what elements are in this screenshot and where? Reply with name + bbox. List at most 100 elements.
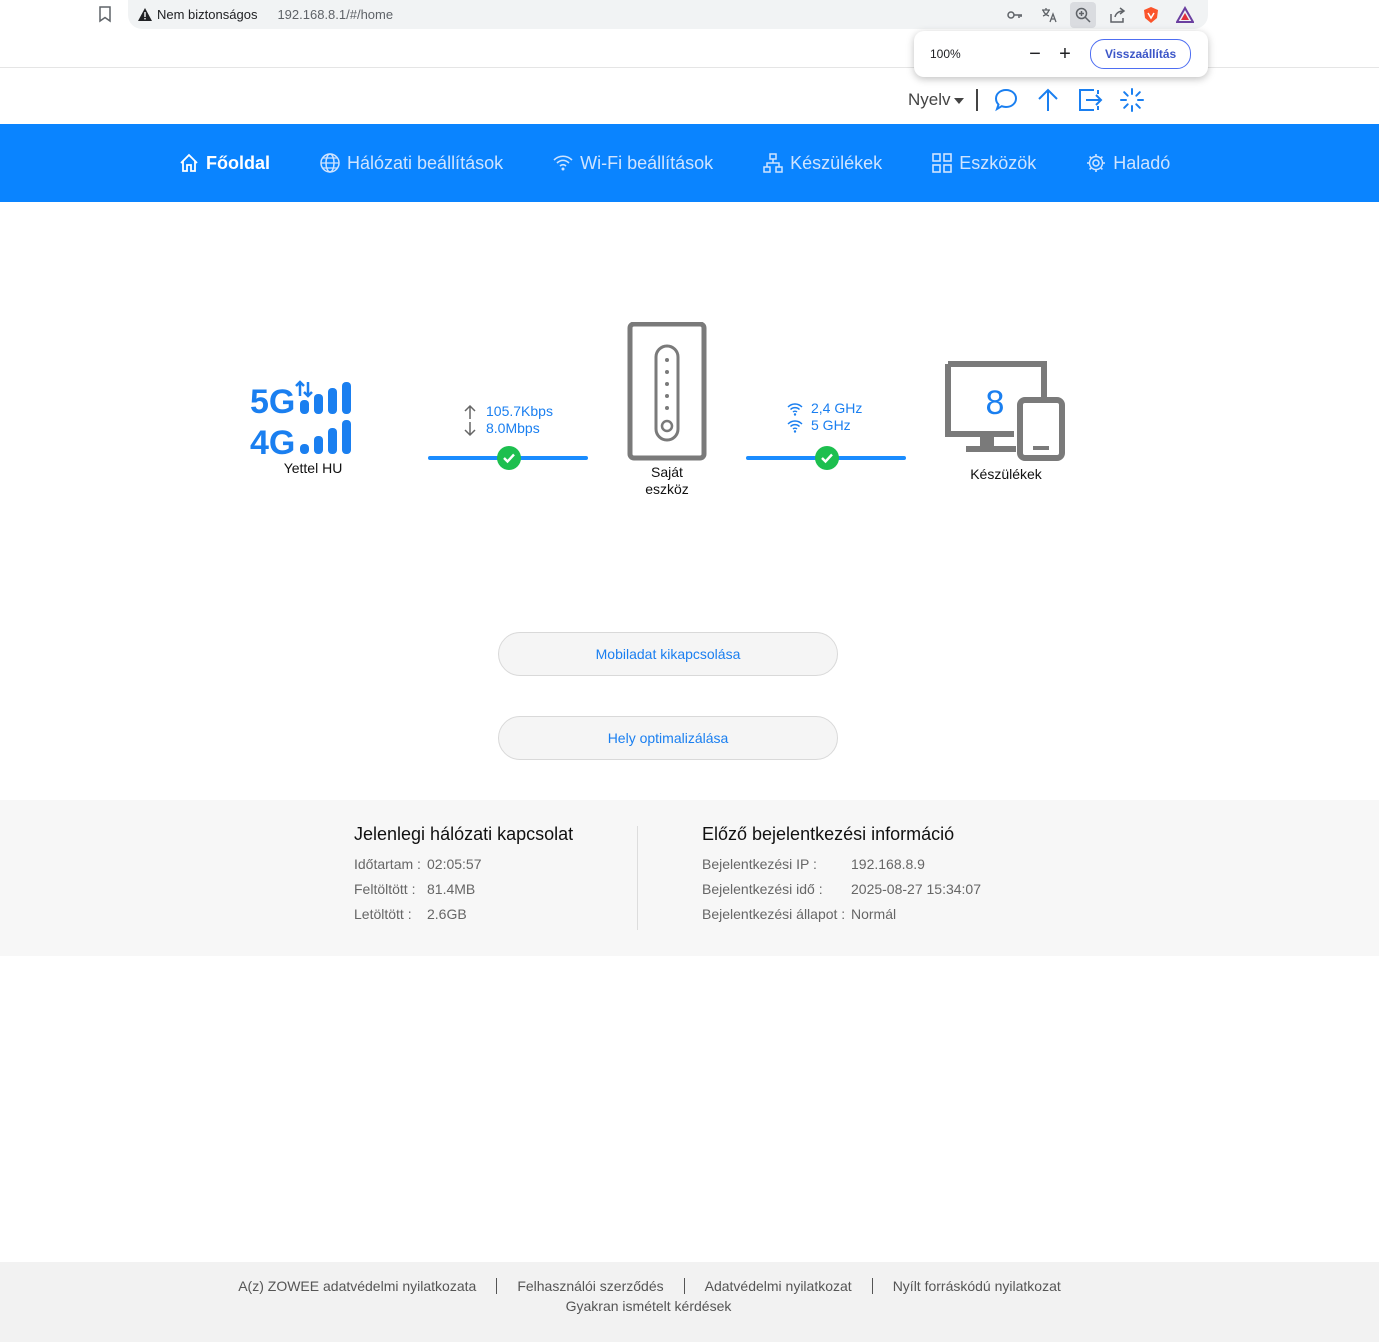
- footer-link-privacy[interactable]: Adatvédelmi nyilatkozat: [705, 1278, 852, 1294]
- nav-item-home[interactable]: Főoldal: [178, 152, 270, 174]
- info-section: Jelenlegi hálózati kapcsolat Időtartam :…: [0, 800, 1379, 956]
- lan-status-check-icon: [815, 446, 839, 470]
- nav-item-advanced[interactable]: Haladó: [1085, 152, 1170, 174]
- security-warning[interactable]: Nem biztonságos: [138, 7, 257, 22]
- router-label-line2: eszköz: [645, 481, 689, 497]
- carrier-name: Yettel HU: [283, 460, 343, 476]
- zoom-out-button[interactable]: −: [1020, 43, 1050, 66]
- address-bar[interactable]: Nem biztonságos 192.168.8.1/#/home: [128, 0, 1208, 29]
- network-signal-icon: 5G 4G: [250, 380, 351, 458]
- nav-label: Eszközök: [959, 152, 1037, 173]
- info-row: Feltöltött : 81.4MB: [354, 876, 573, 901]
- caret-down-icon: [953, 98, 964, 104]
- device-count[interactable]: 8: [948, 384, 1042, 423]
- zoom-percent: 100%: [930, 47, 961, 61]
- info-label: Időtartam :: [354, 855, 421, 872]
- info-value: 2.6GB: [427, 905, 467, 922]
- footer-link-open-source[interactable]: Nyílt forráskódú nyilatkozat: [893, 1278, 1061, 1294]
- warning-icon: [138, 8, 152, 21]
- key-icon[interactable]: [1002, 2, 1028, 28]
- info-row: Bejelentkezési állapot : Normál: [702, 901, 981, 926]
- info-label: Feltöltött :: [354, 880, 416, 897]
- wifi-icon: [787, 402, 803, 416]
- footer: A(z) ZOWEE adatvédelmi nyilatkozata Felh…: [0, 1262, 1379, 1342]
- info-label: Letöltött :: [354, 905, 412, 922]
- translate-icon[interactable]: [1036, 2, 1062, 28]
- gear-icon: [1087, 154, 1106, 172]
- footer-separator: [496, 1278, 498, 1294]
- network-badge-top: 5G: [250, 383, 295, 421]
- current-connection-panel: Jelenlegi hálózati kapcsolat Időtartam :…: [354, 824, 573, 926]
- wifi-band-5: 5 GHz: [811, 417, 851, 433]
- zoom-in-button[interactable]: +: [1050, 43, 1080, 66]
- language-label: Nyelv: [908, 90, 951, 109]
- router-label: Saját eszköz: [627, 464, 707, 498]
- nav-item-tools[interactable]: Eszközök: [931, 152, 1036, 174]
- mobile-data-off-button[interactable]: Mobiladat kikapcsolása: [498, 632, 838, 676]
- footer-separator: [871, 1278, 873, 1294]
- network-topology: 5G 4G Yettel HU 105.7Kbps 8.0Mbps Saját …: [0, 300, 1379, 520]
- globe-icon: [320, 153, 340, 173]
- info-value: 192.168.8.9: [851, 855, 925, 872]
- nav-label: Hálózati beállítások: [347, 152, 504, 173]
- loading-spinner-icon[interactable]: [1118, 86, 1146, 114]
- brave-rewards-icon[interactable]: [1172, 2, 1198, 28]
- info-label: Bejelentkezési állapot :: [702, 905, 846, 922]
- nav-item-wifi-settings[interactable]: Wi-Fi beállítások: [552, 152, 713, 174]
- header-tools: Nyelv: [908, 86, 1160, 114]
- upload-rate: 105.7Kbps: [486, 403, 553, 419]
- router-icon[interactable]: [627, 322, 707, 462]
- zoom-reset-button[interactable]: Visszaállítás: [1090, 39, 1192, 69]
- nav-label: Főoldal: [206, 152, 270, 173]
- router-label-line1: Saját: [651, 464, 683, 480]
- previous-login-title: Előző bejelentkezési információ: [702, 824, 955, 844]
- wifi-band-24: 2,4 GHz: [811, 400, 863, 416]
- info-row: Időtartam : 02:05:57: [354, 851, 573, 876]
- footer-links: A(z) ZOWEE adatvédelmi nyilatkozata Felh…: [0, 1278, 1379, 1294]
- previous-login-panel: Előző bejelentkezési információ Bejelent…: [702, 824, 981, 926]
- home-icon: [180, 153, 198, 172]
- nav-item-network-settings[interactable]: Hálózati beállítások: [319, 152, 503, 174]
- info-value: 81.4MB: [427, 880, 476, 897]
- info-divider: [637, 826, 638, 930]
- header-separator: [975, 89, 978, 111]
- info-row: Bejelentkezési idő : 2025-08-27 15:34:07: [702, 876, 981, 901]
- download-rate: 8.0Mbps: [486, 420, 540, 436]
- arrow-up-icon: [464, 404, 476, 419]
- message-icon[interactable]: [992, 86, 1020, 114]
- footer-link-faq[interactable]: Gyakran ismételt kérdések: [0, 1298, 1379, 1314]
- info-row: Bejelentkezési IP : 192.168.8.9: [702, 851, 981, 876]
- url-text[interactable]: 192.168.8.1/#/home: [277, 7, 393, 22]
- zoom-popup: 100% − + Visszaállítás: [914, 31, 1208, 77]
- nav-label: Készülékek: [790, 152, 883, 173]
- network-badge-bottom: 4G: [250, 424, 295, 458]
- info-value: 2025-08-27 15:34:07: [851, 880, 981, 897]
- footer-separator: [683, 1278, 685, 1294]
- main-nav: Főoldal Hálózati beállítások Wi-Fi beáll…: [0, 124, 1379, 202]
- data-rates: 105.7Kbps 8.0Mbps: [462, 403, 553, 437]
- nav-label: Haladó: [1113, 152, 1171, 173]
- location-optimize-button[interactable]: Hely optimalizálása: [498, 716, 838, 760]
- current-connection-title: Jelenlegi hálózati kapcsolat: [354, 824, 574, 844]
- arrow-down-icon: [464, 421, 476, 436]
- zoom-icon[interactable]: [1070, 2, 1096, 28]
- nav-item-devices[interactable]: Készülékek: [762, 152, 882, 174]
- info-label: Bejelentkezési idő :: [702, 880, 823, 897]
- logout-icon[interactable]: [1076, 86, 1104, 114]
- info-row: Letöltött : 2.6GB: [354, 901, 573, 926]
- network-icon: [763, 153, 783, 173]
- brave-shield-icon[interactable]: [1138, 2, 1164, 28]
- info-value: Normál: [851, 905, 897, 922]
- wifi-icon: [787, 419, 803, 433]
- info-label: Bejelentkezési IP :: [702, 855, 817, 872]
- grid-icon: [932, 153, 952, 173]
- footer-link-zowee-privacy[interactable]: A(z) ZOWEE adatvédelmi nyilatkozata: [238, 1278, 476, 1294]
- bookmark-icon[interactable]: [96, 5, 114, 23]
- wifi-icon: [553, 155, 573, 171]
- language-dropdown[interactable]: Nyelv: [908, 90, 964, 110]
- nav-label: Wi-Fi beállítások: [580, 152, 714, 173]
- upload-arrow-icon[interactable]: [1034, 86, 1062, 114]
- footer-link-user-agreement[interactable]: Felhasználói szerződés: [517, 1278, 663, 1294]
- share-icon[interactable]: [1104, 2, 1130, 28]
- security-label: Nem biztonságos: [157, 7, 258, 22]
